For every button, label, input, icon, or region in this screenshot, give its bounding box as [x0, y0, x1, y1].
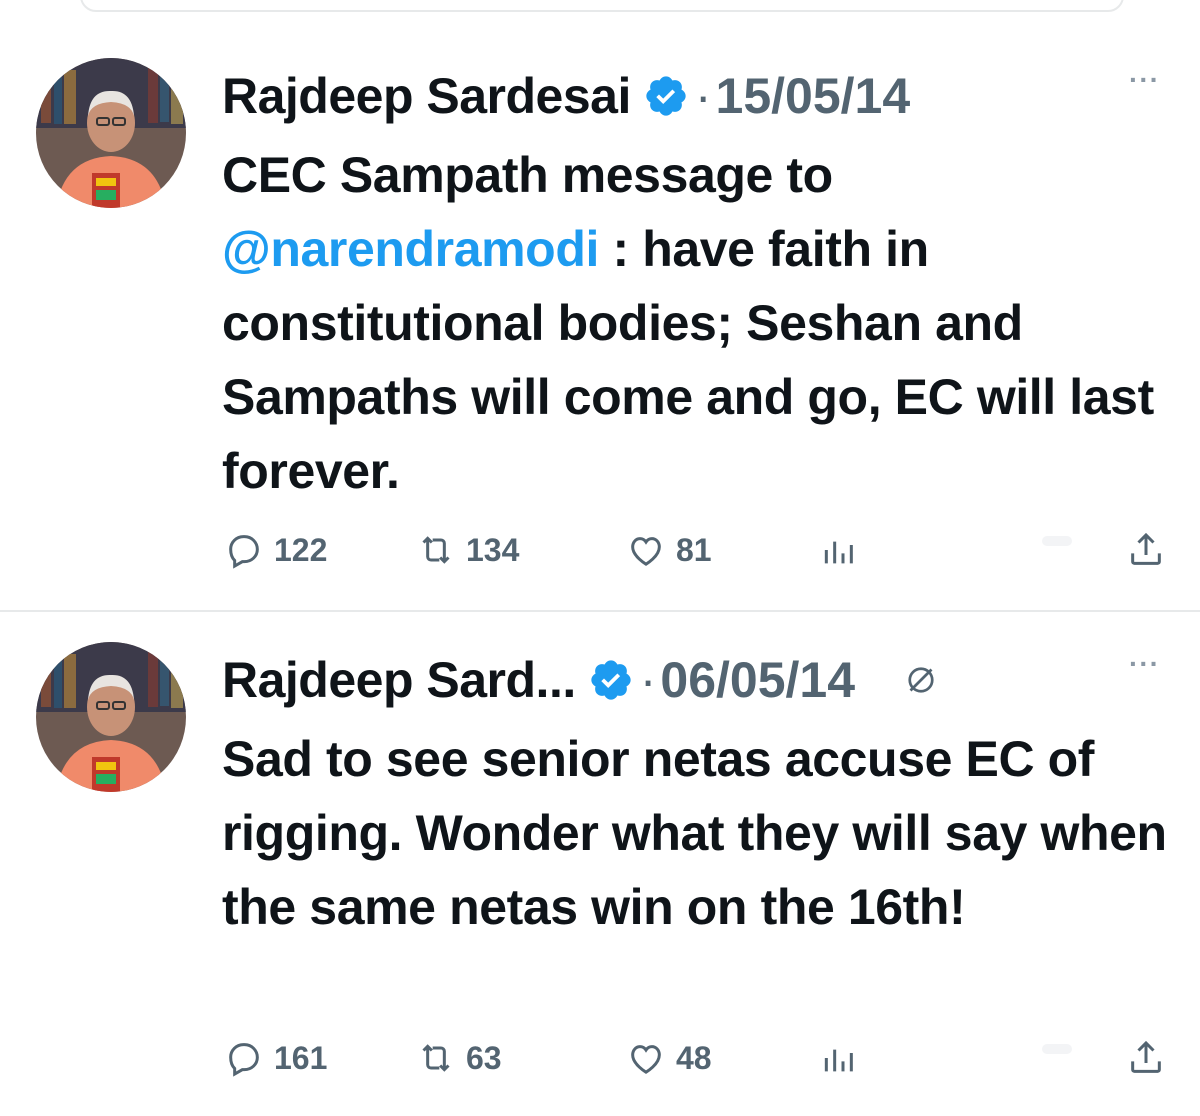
reply-button[interactable]: 122 — [224, 530, 327, 570]
bookmark-smudge — [1042, 1044, 1072, 1054]
like-icon — [631, 537, 661, 566]
like-button[interactable]: 81 — [626, 530, 712, 570]
tweet-text: Sad to see senior netas accuse EC of rig… — [222, 731, 1167, 935]
share-button[interactable] — [1126, 1038, 1166, 1078]
avatar[interactable] — [36, 642, 186, 792]
muted-icon[interactable] — [903, 662, 939, 698]
separator-dot: · — [694, 68, 712, 124]
tweet-date[interactable]: 06/05/14 — [660, 651, 855, 709]
repost-button[interactable]: 134 — [416, 530, 519, 570]
action-bar: 161 63 48 — [222, 1038, 1182, 1078]
repost-count: 63 — [466, 1039, 502, 1076]
separator-dot: · — [639, 652, 657, 708]
bookmark-smudge — [1042, 536, 1072, 546]
share-icon — [1131, 532, 1161, 565]
avatar-icon — [36, 642, 186, 792]
views-button[interactable] — [818, 1038, 858, 1078]
repost-icon — [422, 536, 450, 564]
views-button[interactable] — [818, 530, 858, 570]
views-icon — [824, 1049, 853, 1072]
tweet-text-prefix: CEC Sampath message to — [222, 147, 833, 203]
tweet-header: Rajdeep Sard... · 06/05/14 — [222, 640, 939, 720]
tweet-text: CEC Sampath message to @narendramodi : h… — [222, 138, 1182, 538]
mention-link[interactable]: @narendramodi — [222, 221, 599, 277]
previous-card-edge — [80, 0, 1124, 12]
share-icon — [1131, 1040, 1161, 1073]
tweet-card[interactable]: Rajdeep Sard... · 06/05/14 ··· Sad to se… — [0, 624, 1200, 1116]
tweet-card[interactable]: Rajdeep Sardesai · 15/05/14 ··· CEC Samp… — [0, 40, 1200, 610]
like-button[interactable]: 48 — [626, 1038, 712, 1078]
more-icon[interactable]: ··· — [1129, 64, 1160, 96]
share-button[interactable] — [1126, 530, 1166, 570]
like-count: 48 — [676, 1039, 712, 1076]
repost-button[interactable]: 63 — [416, 1038, 502, 1078]
reply-count: 122 — [274, 531, 328, 568]
reply-button[interactable]: 161 — [224, 1038, 327, 1078]
avatar[interactable] — [36, 58, 186, 208]
like-count: 81 — [676, 531, 712, 568]
avatar-icon — [36, 58, 186, 208]
action-bar: 122 134 81 — [222, 530, 1182, 570]
reply-icon — [229, 535, 259, 569]
like-icon — [631, 1045, 661, 1074]
repost-icon — [422, 1044, 450, 1072]
author-name[interactable]: Rajdeep Sardesai — [222, 67, 631, 125]
tweet-header: Rajdeep Sardesai · 15/05/14 — [222, 56, 910, 136]
verified-badge-icon — [646, 76, 686, 116]
tweet-divider — [0, 610, 1200, 612]
verified-badge-icon — [591, 660, 631, 700]
repost-count: 134 — [466, 531, 520, 568]
tweet-date[interactable]: 15/05/14 — [716, 67, 911, 125]
reply-count: 161 — [274, 1039, 328, 1076]
more-icon[interactable]: ··· — [1129, 648, 1160, 680]
author-name[interactable]: Rajdeep Sard... — [222, 651, 576, 709]
reply-icon — [229, 1043, 259, 1077]
views-icon — [824, 541, 853, 564]
